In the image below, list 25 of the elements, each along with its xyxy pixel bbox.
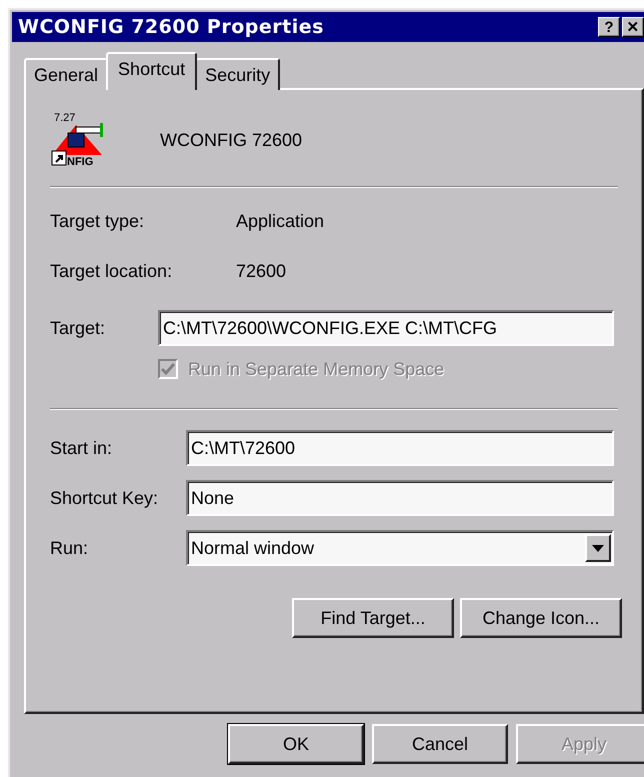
help-button[interactable]: ? [598,17,620,37]
tab[interactable]: Security [195,58,280,90]
shortcut-name: WCONFIG 72600 [160,128,302,152]
dropdown[interactable]: Normal window [186,530,614,566]
field-label: Target: [50,316,106,340]
checkbox-label: Run in Separate Memory Space [188,358,444,381]
window-title: WCONFIG 72600 Properties [18,14,325,40]
close-button[interactable]: ✕ [622,17,644,37]
field-value: 72600 [236,260,286,282]
dialog-button[interactable]: OK [228,724,364,764]
action-button[interactable]: Find Target... [292,598,454,638]
action-button[interactable]: Change Icon... [460,598,622,638]
field-label: Shortcut Key: [50,486,160,510]
field-label: Start in: [50,436,114,460]
field-label: Target type: [50,210,146,233]
text-field[interactable]: None [186,480,614,516]
target-field[interactable]: C:\MT\72600\WCONFIG.EXE C:\MT\CFG [158,310,614,346]
text-field[interactable]: C:\MT\72600 [186,430,614,466]
dialog-button[interactable]: Cancel [372,724,508,764]
tab[interactable]: Shortcut [106,52,198,90]
field-label: Target location: [50,260,174,283]
dialog-button: Apply [516,724,644,764]
field-label: Run: [50,536,90,560]
field-value: Application [236,210,324,233]
tab[interactable]: General [24,58,108,90]
